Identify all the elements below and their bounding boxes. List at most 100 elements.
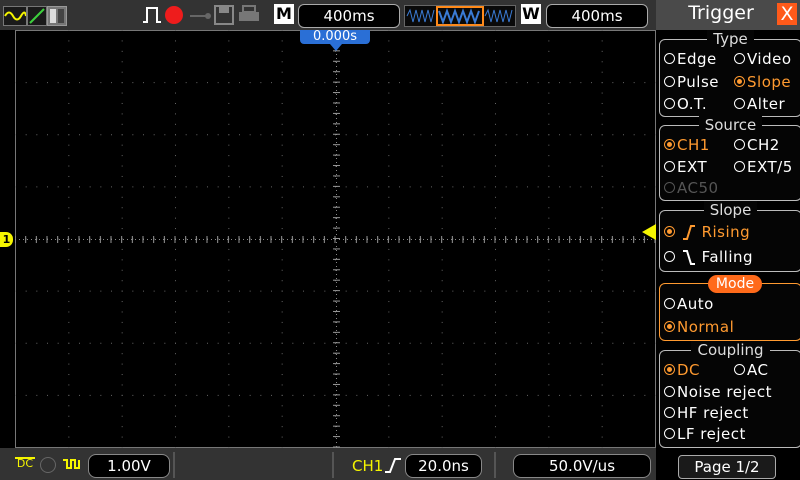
radio-icon [734,139,745,150]
color-mode-icon[interactable] [47,6,67,26]
divider [173,452,175,478]
option-label: Alter [747,95,786,113]
main-timebase-label: M [274,4,294,24]
option-label: AC [747,361,769,379]
save-disk-icon[interactable] [214,5,234,25]
option-label: DC [677,361,701,379]
window-timebase-value[interactable]: 400ms [546,4,648,28]
panel-header: Trigger X [656,0,800,30]
option-label: HF reject [677,404,749,422]
rising-edge-icon [683,225,696,240]
waveform-display-icon[interactable] [3,6,27,26]
radio-selected-icon [664,321,675,332]
top-status-bar: M 400ms W 400ms [0,0,656,30]
coupling-option-noise-reject[interactable]: Noise reject [664,383,772,401]
option-label: EXT [677,158,708,176]
coupling-option-ac[interactable]: AC [734,361,768,379]
ch1-ground-marker[interactable]: 1 [0,232,13,247]
radio-icon [664,298,675,309]
option-label: LF reject [677,425,746,443]
mode-option-normal[interactable]: Normal [664,318,734,336]
coupling-section: Coupling DC AC Noise reject HF reject LF… [659,341,800,448]
rising-slope-icon [384,456,402,474]
trigger-level-marker[interactable] [642,224,656,240]
option-label: Noise reject [677,383,772,401]
trigger-time-value[interactable]: 20.0ns [405,454,482,478]
pulse-trigger-icon [142,5,162,25]
graticule [15,30,656,448]
option-label: Falling [701,248,754,266]
trigger-channel-label: CH1 [352,457,384,475]
radio-icon [664,251,675,262]
trigger-position-pointer [330,44,342,51]
coupling-section-title: Coupling [691,341,770,359]
radio-icon [664,428,675,439]
radio-icon [664,407,675,418]
radio-icon [664,182,675,193]
mode-section: Mode Auto Normal [659,275,800,341]
memory-waveform-preview [406,6,513,26]
radio-icon [664,161,675,172]
coupling-option-lf-reject[interactable]: LF reject [664,425,746,443]
vectors-icon[interactable] [27,6,47,26]
record-icon[interactable] [165,6,183,24]
panel-title: Trigger [688,2,754,24]
option-label: CH2 [747,136,780,154]
type-section: Type Edge Video Pulse Slope O.T. Alter [659,30,800,117]
bandwidth-limit-icon [40,457,56,473]
slope-section-title: Slope [703,201,758,219]
waveform-screen[interactable]: 0.000s [15,30,656,448]
slope-rate-value[interactable]: 50.0V/us [513,454,651,478]
option-label: Auto [677,295,714,313]
source-option-ch1[interactable]: CH1 [664,136,710,154]
slope-option-falling[interactable]: Falling [664,248,753,266]
option-label: Normal [677,318,735,336]
memory-position-bar[interactable] [404,5,516,27]
page-button[interactable]: Page 1/2 [678,455,776,479]
main-timebase-value[interactable]: 400ms [298,4,400,28]
type-option-video[interactable]: Video [734,50,792,68]
coupling-option-hf-reject[interactable]: HF reject [664,404,749,422]
radio-selected-icon [664,139,675,150]
option-label: Edge [677,50,717,68]
radio-icon [664,98,675,109]
slope-option-rising[interactable]: Rising [664,223,750,241]
option-label: AC50 [677,179,719,197]
radio-icon [734,98,745,109]
coupling-option-dc[interactable]: DC [664,361,700,379]
source-option-ext[interactable]: EXT [664,158,707,176]
option-label: EXT/5 [747,158,793,176]
divider [494,452,496,478]
invert-waveform-icon [62,456,82,472]
radio-selected-icon [664,364,675,375]
printer-icon[interactable] [238,5,260,25]
radio-icon [734,161,745,172]
usb-icon [190,8,212,22]
option-label: Pulse [677,73,719,91]
falling-edge-icon [683,250,696,265]
radio-icon [664,76,675,87]
type-option-ot[interactable]: O.T. [664,95,707,113]
close-button[interactable]: X [777,3,797,25]
trigger-menu-panel: Trigger X Type Edge Video Pulse Slope O.… [656,0,800,480]
radio-selected-icon [664,226,675,237]
radio-icon [734,53,745,64]
slope-section: Slope Rising Falling [659,201,800,272]
source-option-ext5[interactable]: EXT/5 [734,158,793,176]
radio-icon [664,53,675,64]
ch1-volt-div[interactable]: 1.00V [88,454,170,478]
type-option-edge[interactable]: Edge [664,50,717,68]
trigger-position-flag[interactable]: 0.000s [300,30,370,44]
type-option-alter[interactable]: Alter [734,95,785,113]
type-option-slope[interactable]: Slope [734,73,791,91]
source-section-title: Source [698,116,763,134]
type-option-pulse[interactable]: Pulse [664,73,719,91]
window-timebase-label: W [521,4,541,24]
option-label: CH1 [677,136,710,154]
source-section: Source CH1 CH2 EXT EXT/5 AC50 [659,116,800,201]
bottom-status-bar: DC 1.00V CH1 20.0ns 50.0V/us [0,448,656,480]
source-option-ch2[interactable]: CH2 [734,136,780,154]
mode-section-title: Mode [708,275,762,293]
radio-selected-icon [734,76,745,87]
mode-option-auto[interactable]: Auto [664,295,714,313]
